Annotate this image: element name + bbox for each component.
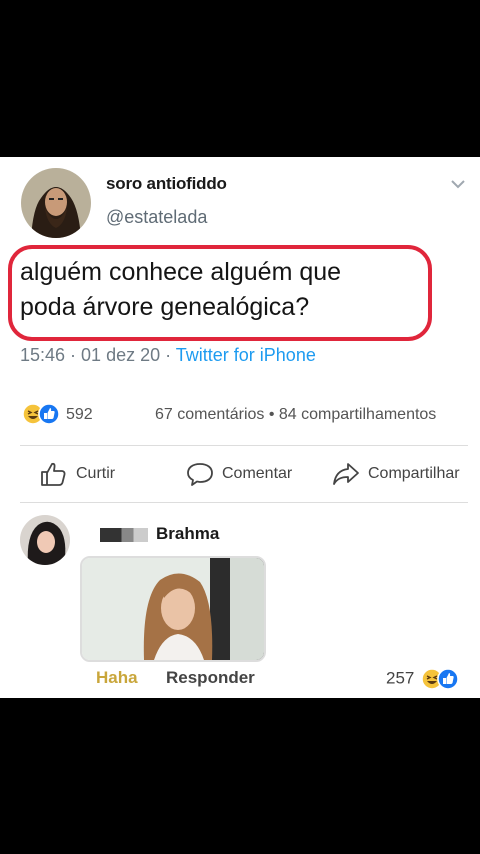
share-arrow-icon: [333, 463, 359, 485]
comment-button[interactable]: Comentar: [186, 460, 292, 488]
shares-count[interactable]: 84 compartilhamentos: [279, 406, 436, 423]
post-stats: 67 comentários • 84 compartilhamentos: [155, 406, 436, 424]
reply-button[interactable]: Responder: [166, 668, 255, 688]
divider: [20, 445, 468, 446]
stats-separator: •: [264, 406, 279, 423]
tweet-meta: 15:46 · 01 dez 20 · Twitter for iPhone: [20, 345, 316, 366]
like-thumb-icon: [38, 403, 60, 425]
tweet-text-line-1: alguém conhece alguém que: [20, 258, 342, 286]
comments-count[interactable]: 67 comentários: [155, 406, 264, 423]
redacted-name-blur: [100, 528, 148, 542]
author-avatar[interactable]: [21, 168, 91, 238]
reaction-count[interactable]: 592: [66, 406, 93, 424]
haha-reaction-label[interactable]: Haha: [96, 668, 138, 688]
divider: [20, 502, 468, 503]
tweet-source-link[interactable]: Twitter for iPhone: [176, 345, 316, 365]
speech-bubble-icon: [187, 463, 213, 486]
haha-like-reactions-icon: [421, 668, 459, 690]
tweet-text: alguém conhece alguém que poda árvore ge…: [20, 255, 420, 325]
author-handle[interactable]: @estatelada: [106, 207, 207, 228]
thumbs-up-icon: [41, 462, 66, 486]
chevron-down-icon[interactable]: [450, 178, 466, 190]
comment-gif-image[interactable]: [80, 556, 266, 662]
share-label: Compartilhar: [368, 465, 460, 482]
commenter-avatar[interactable]: [20, 515, 70, 565]
comment-reaction-count[interactable]: 257: [386, 668, 459, 690]
share-button[interactable]: Compartilhar: [332, 460, 460, 488]
like-button[interactable]: Curtir: [40, 460, 115, 488]
like-label: Curtir: [76, 465, 116, 482]
tweet-timestamp: 15:46 · 01 dez 20 ·: [20, 345, 176, 365]
comment-label: Comentar: [222, 465, 293, 482]
author-name[interactable]: soro antiofiddo: [106, 174, 227, 194]
tweet-text-line-2: poda árvore genealógica?: [20, 293, 310, 321]
commenter-name[interactable]: Brahma: [156, 524, 219, 544]
comment-reaction-number: 257: [386, 668, 415, 688]
